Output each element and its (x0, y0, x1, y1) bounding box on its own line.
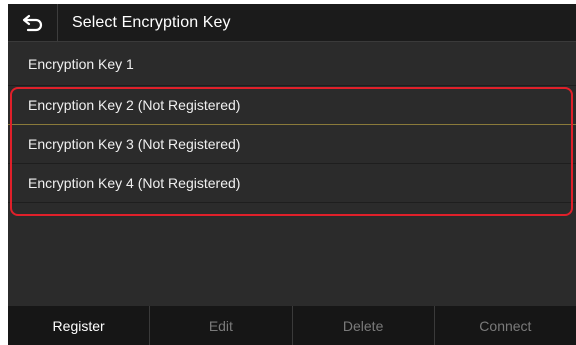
list-item-encryption-key-4[interactable]: Encryption Key 4 (Not Registered) (8, 164, 576, 203)
connect-button: Connect (479, 317, 532, 334)
encryption-key-list: Encryption Key 1 Encryption Key 2 (Not R… (8, 42, 576, 203)
list-item-encryption-key-3[interactable]: Encryption Key 3 (Not Registered) (8, 125, 576, 164)
back-arrow-icon (22, 14, 42, 31)
bottom-toolbar: Register Edit Delete Connect (8, 306, 576, 345)
title-bar: Select Encryption Key (8, 4, 576, 42)
delete-button: Delete (293, 306, 435, 345)
register-button[interactable]: Register (8, 306, 151, 345)
list-item-encryption-key-1[interactable]: Encryption Key 1 (8, 42, 576, 86)
list-item-encryption-key-2[interactable]: Encryption Key 2 (Not Registered) (8, 86, 576, 125)
list-item-label: Encryption Key 1 (28, 55, 134, 72)
list-item-label: Encryption Key 4 (Not Registered) (28, 175, 241, 191)
list-item-label: Encryption Key 2 (Not Registered) (28, 97, 241, 113)
back-button[interactable] (8, 4, 58, 41)
list-item-label: Encryption Key 3 (Not Registered) (28, 136, 241, 152)
device-screen: Select Encryption Key Encryption Key 1 E… (8, 4, 576, 345)
page-title: Select Encryption Key (72, 13, 231, 31)
edit-button: Edit (150, 306, 293, 345)
